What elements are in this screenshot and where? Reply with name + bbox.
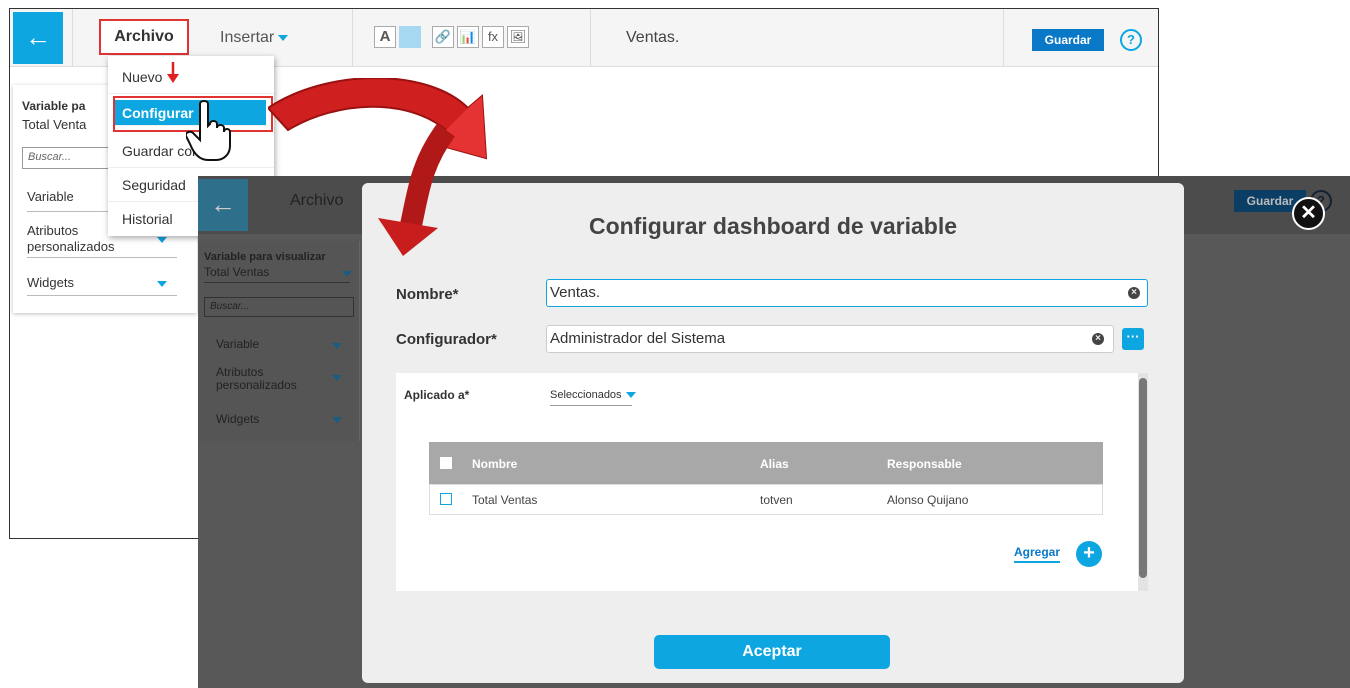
row-checkbox[interactable] (440, 493, 452, 505)
menu-item-nuevo[interactable]: Nuevo (108, 60, 274, 94)
divider (72, 9, 73, 67)
aplicado-label: Aplicado a* (404, 388, 470, 402)
add-plus-icon[interactable]: + (1076, 541, 1102, 567)
formula-tool-icon[interactable]: fx (482, 26, 504, 48)
divider (1003, 9, 1004, 67)
configurador-input[interactable]: Administrador del Sistema (546, 325, 1114, 353)
scrollbar[interactable] (1138, 373, 1148, 591)
red-down-arrow-icon (167, 62, 179, 83)
chevron-down-icon (332, 375, 342, 381)
search-input[interactable]: Buscar... (204, 297, 354, 317)
close-icon[interactable]: ✕ (1292, 197, 1325, 230)
clear-icon[interactable]: × (1128, 287, 1140, 299)
menu-insertar-label: Insertar (220, 29, 275, 46)
menu-archivo[interactable]: Archivo (99, 19, 189, 55)
configure-dialog: Configurar dashboard de variable Nombre*… (362, 183, 1184, 683)
aplicado-select-value: Seleccionados (550, 389, 622, 401)
link-tool-icon[interactable]: 🔗 (432, 26, 454, 48)
color-tool-icon[interactable] (399, 26, 421, 48)
variable-label: Variable pa (22, 99, 86, 113)
text-tool-icon[interactable]: A (374, 26, 396, 48)
section-widgets[interactable]: Widgets (216, 412, 259, 426)
back-arrow-button[interactable]: ← (198, 179, 248, 231)
section-atributos-line2: personalizados (27, 239, 115, 254)
big-red-arrow-icon (268, 78, 488, 256)
divider (550, 405, 632, 406)
chevron-down-icon (278, 34, 289, 41)
section-atributos[interactable]: Atributos (216, 365, 263, 379)
section-atributos-line2: personalizados (216, 378, 297, 392)
document-title: Ventas. (626, 29, 680, 46)
back-arrow-button[interactable]: ← (13, 12, 63, 64)
col-alias[interactable]: Alias (760, 457, 789, 471)
table-header: Nombre Alias Responsable (429, 442, 1103, 484)
nombre-label: Nombre* (396, 286, 459, 303)
divider (27, 295, 177, 296)
row-nombre: Total Ventas (472, 493, 538, 507)
configurador-label: Configurador* (396, 331, 497, 348)
menu-insertar[interactable]: Insertar (220, 29, 289, 47)
section-variable[interactable]: Variable (216, 337, 259, 351)
section-widgets[interactable]: Widgets (27, 275, 74, 290)
scrollbar-thumb[interactable] (1139, 378, 1147, 578)
divider (590, 9, 591, 67)
agregar-link[interactable]: Agregar (1014, 545, 1061, 563)
chevron-down-icon (332, 417, 342, 423)
nombre-input[interactable]: Ventas. (546, 279, 1148, 307)
chevron-down-icon (332, 343, 342, 349)
aplicado-select[interactable]: Seleccionados (550, 389, 636, 401)
row-responsable: Alonso Quijano (887, 493, 969, 507)
more-options-button[interactable]: ··· (1122, 328, 1144, 350)
save-button[interactable]: Guardar (1032, 29, 1104, 51)
section-atributos[interactable]: Atributos (27, 223, 78, 238)
variable-select[interactable]: Total Venta (22, 117, 86, 132)
section-variable[interactable]: Variable (27, 189, 74, 204)
clear-icon[interactable]: × (1092, 333, 1104, 345)
chevron-down-icon (625, 392, 636, 399)
col-nombre[interactable]: Nombre (472, 457, 517, 471)
divider (27, 257, 177, 258)
divider (352, 9, 353, 67)
accept-button[interactable]: Aceptar (654, 635, 890, 669)
image-tool-icon[interactable]: 🖼 (507, 26, 529, 48)
chevron-down-icon (157, 237, 167, 243)
chart-tool-icon[interactable]: 📊 (457, 26, 479, 48)
select-all-checkbox[interactable] (440, 457, 452, 469)
pointer-hand-icon (186, 100, 231, 161)
table-row[interactable]: Total Ventas totven Alonso Quijano (429, 484, 1103, 515)
help-icon[interactable]: ? (1120, 29, 1142, 51)
chevron-down-icon (157, 281, 167, 287)
col-responsable[interactable]: Responsable (887, 457, 962, 471)
row-alias: totven (760, 493, 793, 507)
variable-select[interactable]: Total Ventas (204, 265, 269, 279)
divider (204, 282, 350, 283)
chevron-down-icon (342, 271, 352, 277)
variable-panel: Variable para visualizar Total Ventas Bu… (198, 241, 360, 441)
